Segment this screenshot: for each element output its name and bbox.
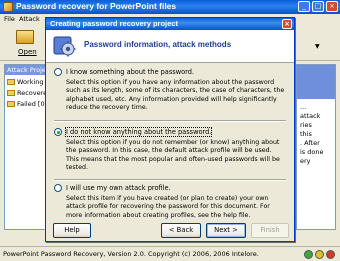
folder-icon <box>7 101 15 107</box>
help-button[interactable]: Help <box>53 223 91 238</box>
dialog-header-title: Password information, attack methods <box>84 40 232 49</box>
option-label[interactable]: I will use my own attack profile. <box>66 184 171 192</box>
back-button[interactable]: < Back <box>161 223 201 238</box>
info-panel: ... attack ries this . After is done ery <box>296 64 336 230</box>
separator <box>54 179 286 181</box>
radio-know-nothing[interactable] <box>54 128 62 136</box>
attack-projects-panel: Attack Projects Working Recovered Failed… <box>4 64 51 230</box>
folder-icon <box>7 79 15 85</box>
folder-open-icon <box>16 30 34 44</box>
dialog-close-button[interactable]: × <box>282 19 292 29</box>
recovery-project-dialog: Creating password recovery project × Pas… <box>45 17 295 242</box>
separator <box>54 120 286 122</box>
main-window-title: Password recovery for PowerPoint files <box>16 1 177 11</box>
status-green-indicator <box>304 250 313 259</box>
close-button[interactable]: × <box>326 1 338 12</box>
next-button[interactable]: Next > <box>206 223 246 238</box>
option-label[interactable]: I know something about the password. <box>66 68 194 76</box>
info-panel-header <box>297 65 335 99</box>
gear-settings-icon <box>53 36 76 57</box>
menu-attack[interactable]: Attack <box>19 15 40 23</box>
option-label[interactable]: I do not know anything about the passwor… <box>64 127 213 137</box>
menu-file[interactable]: File <box>4 15 15 23</box>
open-label: Open <box>18 48 37 56</box>
dialog-titlebar[interactable]: Creating password recovery project × <box>46 18 294 30</box>
statusbar: PowerPoint Password Recovery, Version 2.… <box>0 246 340 261</box>
main-titlebar[interactable]: Password recovery for PowerPoint files _… <box>0 0 340 14</box>
info-panel-text: ... attack ries this . After is done ery <box>300 103 324 165</box>
status-yellow-indicator <box>315 250 324 259</box>
dialog-header: Password information, attack methods <box>46 30 294 63</box>
option-description: Select this option if you do not remembe… <box>66 139 280 172</box>
radio-own-profile[interactable] <box>54 184 62 192</box>
maximize-button[interactable]: □ <box>312 1 324 12</box>
option-description: Select this item if you have created (or… <box>66 195 270 219</box>
chevron-down-icon[interactable]: ▼ <box>315 43 320 50</box>
status-red-indicator <box>326 250 335 259</box>
app-icon <box>3 2 13 12</box>
open-button[interactable]: Open <box>14 28 38 60</box>
dialog-title: Creating password recovery project <box>50 19 178 28</box>
status-text: PowerPoint Password Recovery, Version 2.… <box>3 250 259 258</box>
folder-icon <box>7 90 15 96</box>
panel-header: Attack Projects <box>5 65 49 75</box>
minimize-button[interactable]: _ <box>298 1 310 12</box>
option-description: Select this option if you have any infor… <box>66 79 285 112</box>
finish-button[interactable]: Finish <box>251 223 289 238</box>
radio-know-something[interactable] <box>54 68 62 76</box>
